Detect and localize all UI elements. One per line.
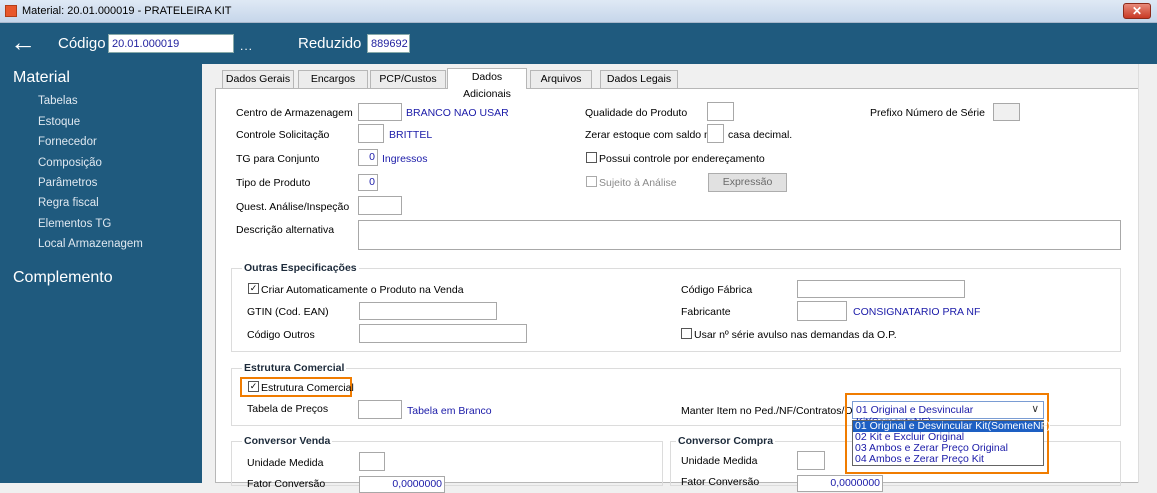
casa-decimal-label: casa decimal.: [728, 129, 793, 141]
reduzido-label: Reduzido: [298, 35, 362, 52]
venda-unidade-medida-label: Unidade Medida: [247, 457, 324, 469]
qualidade-produto-input[interactable]: [707, 102, 734, 121]
zerar-estoque-input[interactable]: [707, 124, 724, 143]
prefixo-serie-input[interactable]: [993, 103, 1020, 121]
estrutura-comercial-label: Estrutura Comercial: [261, 382, 354, 394]
sidebar-item-local-armazenagem[interactable]: Local Armazenagem: [38, 238, 143, 250]
gtin-label: GTIN (Cod. EAN): [247, 306, 329, 318]
window-title-bar: Material: 20.01.000019 - PRATELEIRA KIT …: [0, 0, 1157, 23]
criar-automaticamente-label: Criar Automaticamente o Produto na Venda: [261, 284, 464, 296]
qualidade-produto-label: Qualidade do Produto: [585, 107, 688, 119]
chevron-down-icon: ∨: [1031, 403, 1039, 415]
tg-conjunto-label: TG para Conjunto: [236, 153, 320, 165]
lookup-button[interactable]: ...: [240, 39, 253, 53]
possui-enderecamento-checkbox[interactable]: [586, 152, 597, 163]
close-window-button[interactable]: ✕: [1123, 3, 1151, 19]
quest-analise-input[interactable]: [358, 196, 402, 215]
venda-fator-conversao-label: Fator Conversão: [247, 478, 326, 490]
estrutura-comercial-title: Estrutura Comercial: [242, 362, 347, 374]
sujeito-analise-label: Sujeito à Análise: [599, 177, 677, 189]
arrow-left-icon[interactable]: ←: [10, 27, 36, 57]
tipo-produto-input[interactable]: 0: [358, 174, 378, 191]
compra-fator-conversao-label: Fator Conversão: [681, 476, 760, 488]
tab-encargos[interactable]: Encargos: [298, 70, 368, 88]
tab-dados-legais[interactable]: Dados Legais: [600, 70, 678, 88]
controle-solicitacao-label: Controle Solicitação: [236, 129, 330, 141]
tg-conjunto-desc: Ingressos: [382, 153, 428, 165]
manter-item-label: Manter Item no Ped./NF/Contratos/OS: [681, 405, 860, 417]
usar-serie-avulso-checkbox[interactable]: [681, 328, 692, 339]
codigo-input[interactable]: 20.01.000019: [108, 34, 234, 53]
possui-enderecamento-label: Possui controle por endereçamento: [599, 153, 765, 165]
record-header: ← Código 20.01.000019 ... Reduzido 88969…: [0, 23, 1157, 64]
controle-solicitacao-input[interactable]: [358, 124, 384, 143]
controle-solicitacao-desc: BRITTEL: [389, 129, 433, 141]
manter-item-dropdown: 01 Original e Desvincular Kit(SomenteNF)…: [852, 420, 1051, 466]
tab-dados-adicionais[interactable]: Dados Adicionais: [447, 68, 527, 100]
tab-arquivos[interactable]: Arquivos: [530, 70, 592, 88]
tab-pcp-custos[interactable]: PCP/Custos: [370, 70, 446, 88]
sidebar-item-regra-fiscal[interactable]: Regra fiscal: [38, 197, 99, 209]
sidebar-item-fornecedor[interactable]: Fornecedor: [38, 136, 97, 148]
conversor-compra-title: Conversor Compra: [676, 435, 776, 447]
tabela-precos-label: Tabela de Preços: [247, 403, 329, 415]
compra-fator-conversao-input[interactable]: 0,0000000: [797, 475, 883, 492]
zerar-estoque-label: Zerar estoque com saldo na: [585, 129, 716, 141]
codigo-outros-input[interactable]: [359, 324, 527, 343]
vertical-scrollbar[interactable]: [1138, 64, 1157, 483]
sujeito-analise-checkbox[interactable]: [586, 176, 597, 187]
outras-especificacoes-title: Outras Especificações: [242, 262, 359, 274]
fabricante-label: Fabricante: [681, 306, 731, 318]
fabricante-desc: CONSIGNATARIO PRA NF: [853, 306, 981, 318]
descricao-alternativa-label: Descrição alternativa: [236, 224, 335, 236]
compra-unidade-medida-label: Unidade Medida: [681, 455, 758, 467]
centro-armazenagem-desc: BRANCO NAO USAR: [406, 107, 509, 119]
tabela-precos-input[interactable]: [358, 400, 402, 419]
tg-conjunto-input[interactable]: 0: [358, 149, 378, 166]
sidebar-item-elementos-tg[interactable]: Elementos TG: [38, 218, 111, 230]
tabela-precos-desc: Tabela em Branco: [407, 405, 492, 417]
window-title: Material: 20.01.000019 - PRATELEIRA KIT: [22, 5, 232, 17]
codigo-fabrica-label: Código Fábrica: [681, 284, 753, 296]
usar-serie-avulso-label: Usar nº série avulso nas demandas da O.P…: [694, 329, 897, 341]
manter-item-select[interactable]: 01 Original e Desvincular Kit(SomenteNF)…: [852, 401, 1044, 428]
app-icon: [5, 5, 17, 17]
quest-analise-label: Quest. Análise/Inspeção: [236, 201, 350, 213]
codigo-fabrica-input[interactable]: [797, 280, 965, 298]
expressao-button[interactable]: Expressão: [708, 173, 787, 192]
fabricante-input[interactable]: [797, 301, 847, 321]
reduzido-input[interactable]: 889692: [367, 34, 410, 53]
venda-unidade-medida-input[interactable]: [359, 452, 385, 471]
gtin-input[interactable]: [359, 302, 497, 320]
sidebar-section-complemento[interactable]: Complemento: [13, 269, 113, 287]
tab-dados-gerais[interactable]: Dados Gerais: [222, 70, 294, 88]
sidebar-item-composicao[interactable]: Composição: [38, 157, 102, 169]
venda-fator-conversao-input[interactable]: 0,0000000: [359, 476, 445, 493]
manter-item-option[interactable]: 04 Ambos e Zerar Preço Kit: [853, 454, 1043, 465]
criar-automaticamente-checkbox[interactable]: ✓: [248, 283, 259, 294]
sidebar-item-estoque[interactable]: Estoque: [38, 116, 80, 128]
centro-armazenagem-label: Centro de Armazenagem: [236, 107, 353, 119]
codigo-outros-label: Código Outros: [247, 329, 315, 341]
sidebar-item-parametros[interactable]: Parâmetros: [38, 177, 97, 189]
centro-armazenagem-input[interactable]: [358, 103, 402, 121]
estrutura-comercial-checkbox[interactable]: ✓: [248, 381, 259, 392]
codigo-label: Código: [58, 35, 106, 52]
compra-unidade-medida-input[interactable]: [797, 451, 825, 470]
conversor-venda-title: Conversor Venda: [242, 435, 333, 447]
tipo-produto-label: Tipo de Produto: [236, 177, 311, 189]
sidebar: Material Tabelas Estoque Fornecedor Comp…: [0, 64, 202, 483]
prefixo-serie-label: Prefixo Número de Série: [870, 107, 985, 119]
sidebar-item-tabelas[interactable]: Tabelas: [38, 95, 78, 107]
descricao-alternativa-input[interactable]: [358, 220, 1121, 250]
sidebar-section-material[interactable]: Material: [13, 69, 70, 87]
